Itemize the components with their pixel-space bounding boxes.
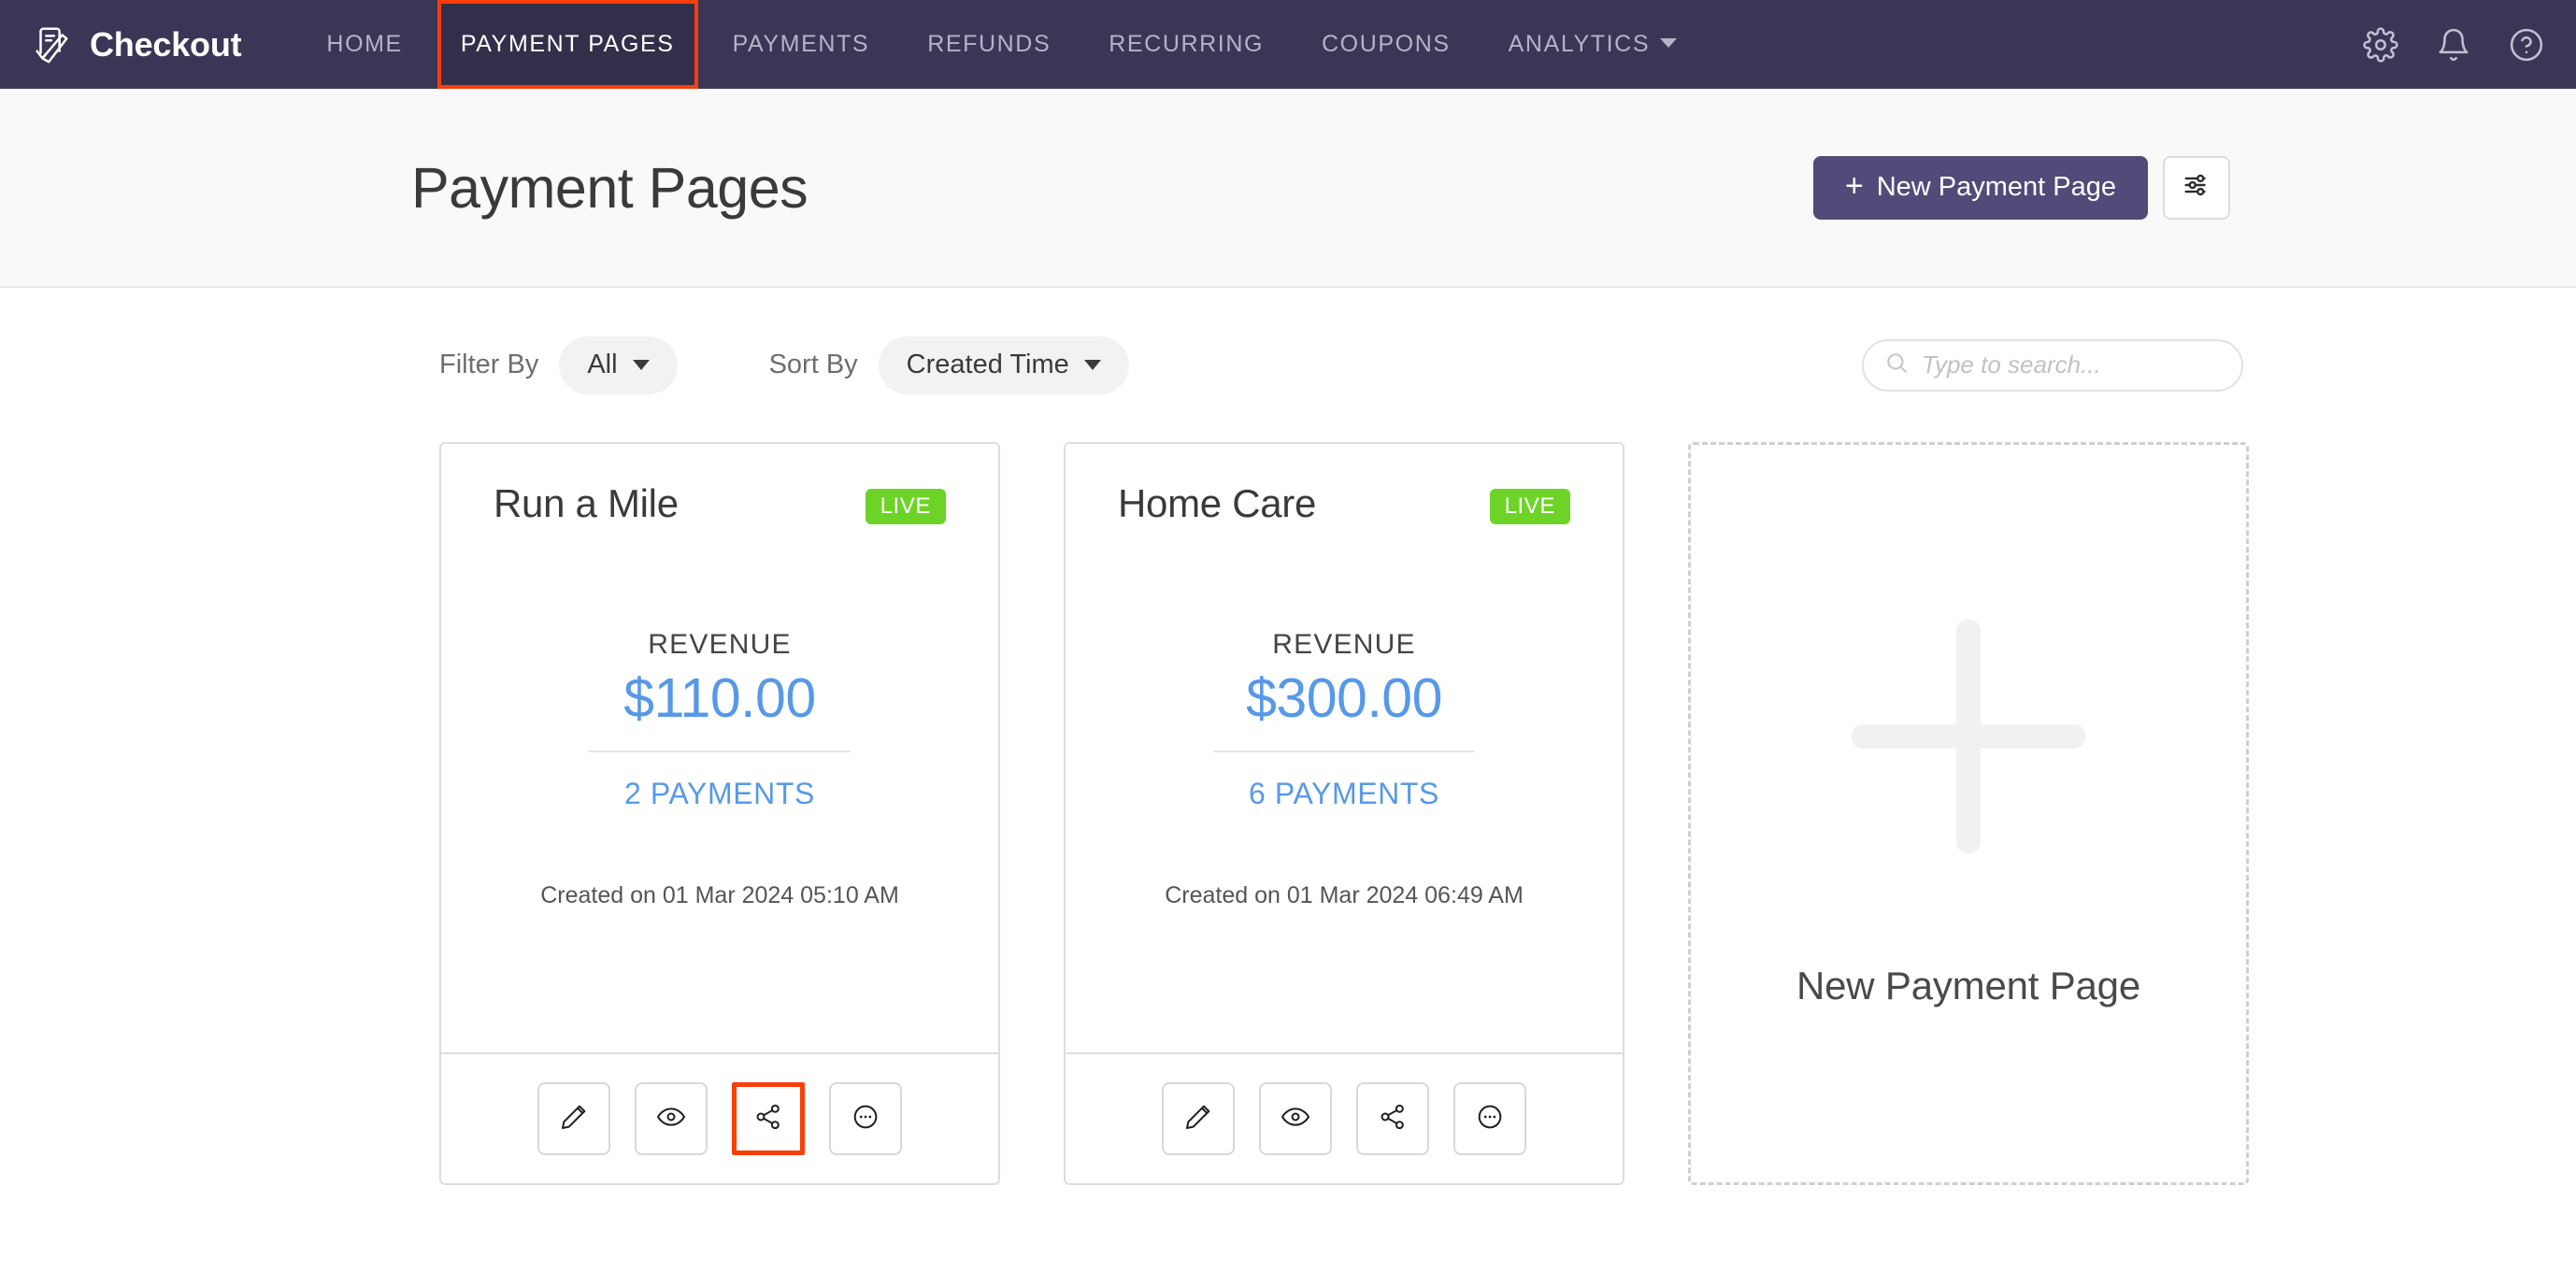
revenue-value: $110.00 (623, 667, 816, 729)
gear-icon[interactable] (2363, 26, 2398, 63)
card-title: Home Care (1118, 481, 1317, 525)
document-check-icon (30, 23, 73, 66)
sort-by-value: Created Time (906, 350, 1069, 379)
card-action-bar (1066, 1052, 1623, 1183)
edit-button[interactable] (1162, 1082, 1235, 1155)
filter-by-value: All (587, 350, 618, 379)
nav-item-analytics[interactable]: ANALYTICS (1480, 0, 1706, 89)
share-icon (753, 1102, 783, 1136)
sort-by-label: Sort By (768, 350, 858, 379)
more-button[interactable] (1453, 1082, 1526, 1155)
brand-name: Checkout (90, 24, 242, 64)
pencil-icon (1183, 1102, 1213, 1136)
payment-pages-grid: Run a Mile LIVE REVENUE $110.00 2 PAYMEN… (439, 442, 2576, 1185)
share-icon (1378, 1102, 1408, 1136)
card-title: Run a Mile (494, 481, 679, 525)
page-title: Payment Pages (411, 155, 809, 220)
nav-item-refunds[interactable]: REFUNDS (898, 0, 1080, 89)
card-body: Home Care LIVE REVENUE $300.00 6 PAYMENT… (1066, 444, 1623, 1052)
payment-page-card[interactable]: Home Care LIVE REVENUE $300.00 6 PAYMENT… (1064, 442, 1624, 1185)
card-action-bar (441, 1052, 998, 1183)
new-payment-page-card[interactable]: New Payment Page (1688, 442, 2249, 1185)
payment-page-card[interactable]: Run a Mile LIVE REVENUE $110.00 2 PAYMEN… (439, 442, 1000, 1185)
status-badge: LIVE (1489, 489, 1570, 524)
chevron-down-icon (1660, 38, 1678, 49)
more-button[interactable] (829, 1082, 902, 1155)
card-header: Run a Mile LIVE (441, 481, 998, 526)
stat-divider (1213, 750, 1475, 752)
primary-nav-links: HOME PAYMENT PAGES PAYMENTS REFUNDS RECU… (297, 0, 1706, 89)
revenue-value: $300.00 (1246, 667, 1442, 729)
nav-item-payment-pages[interactable]: PAYMENT PAGES (436, 0, 698, 89)
ellipsis-icon (1475, 1102, 1505, 1136)
preview-button[interactable] (1259, 1082, 1332, 1155)
search-input[interactable] (1922, 350, 2221, 379)
status-badge: LIVE (865, 489, 946, 524)
payments-count-link[interactable]: 6 PAYMENTS (1066, 777, 1623, 811)
preview-button[interactable] (635, 1082, 708, 1155)
filter-bar: Filter By All Sort By Created Time (0, 288, 2576, 442)
sliders-icon (2181, 169, 2212, 206)
edit-button[interactable] (537, 1082, 610, 1155)
plus-icon (1852, 620, 2085, 853)
help-icon[interactable] (2509, 27, 2544, 63)
new-payment-page-card-label: New Payment Page (1796, 963, 2140, 1007)
ellipsis-icon (851, 1102, 880, 1136)
top-navigation-bar: Checkout HOME PAYMENT PAGES PAYMENTS REF… (0, 0, 2576, 89)
search-box[interactable] (1862, 338, 2243, 392)
plus-icon: + (1844, 167, 1864, 204)
header-actions: + New Payment Page (1812, 155, 2230, 220)
eye-icon (656, 1102, 686, 1136)
page-header: Payment Pages + New Payment Page (0, 89, 2576, 288)
chevron-down-icon (1083, 360, 1101, 370)
new-payment-page-button-label: New Payment Page (1876, 172, 2116, 202)
brand-logo-area[interactable]: Checkout (30, 23, 242, 66)
payments-count-link[interactable]: 2 PAYMENTS (441, 777, 998, 811)
bell-icon[interactable] (2436, 27, 2471, 63)
chevron-down-icon (632, 360, 650, 370)
nav-item-coupons[interactable]: COUPONS (1293, 0, 1480, 89)
card-statistics: REVENUE $300.00 6 PAYMENTS (1066, 629, 1623, 811)
stat-divider (589, 750, 851, 752)
nav-right-icons (2363, 0, 2544, 89)
share-button[interactable] (1356, 1082, 1429, 1155)
search-icon (1884, 350, 1909, 379)
list-settings-button[interactable] (2163, 155, 2230, 220)
created-timestamp: Created on 01 Mar 2024 06:49 AM (1165, 882, 1524, 908)
card-header: Home Care LIVE (1066, 481, 1623, 526)
eye-icon (1281, 1102, 1310, 1136)
nav-item-payments[interactable]: PAYMENTS (704, 0, 899, 89)
share-button[interactable] (732, 1082, 805, 1155)
created-timestamp: Created on 01 Mar 2024 05:10 AM (540, 882, 899, 908)
filter-by-dropdown[interactable]: All (559, 336, 678, 394)
filter-controls: Filter By All Sort By Created Time (439, 336, 1129, 394)
sort-by-dropdown[interactable]: Created Time (878, 336, 1129, 394)
filter-by-label: Filter By (439, 350, 539, 379)
nav-item-home[interactable]: HOME (297, 0, 431, 89)
pencil-icon (559, 1102, 589, 1136)
card-body: Run a Mile LIVE REVENUE $110.00 2 PAYMEN… (441, 444, 998, 1052)
revenue-label: REVENUE (1272, 629, 1416, 660)
card-statistics: REVENUE $110.00 2 PAYMENTS (441, 629, 998, 811)
nav-item-recurring[interactable]: RECURRING (1080, 0, 1293, 89)
revenue-label: REVENUE (648, 629, 792, 660)
nav-item-analytics-label: ANALYTICS (1508, 31, 1651, 57)
new-payment-page-button[interactable]: + New Payment Page (1812, 155, 2148, 220)
